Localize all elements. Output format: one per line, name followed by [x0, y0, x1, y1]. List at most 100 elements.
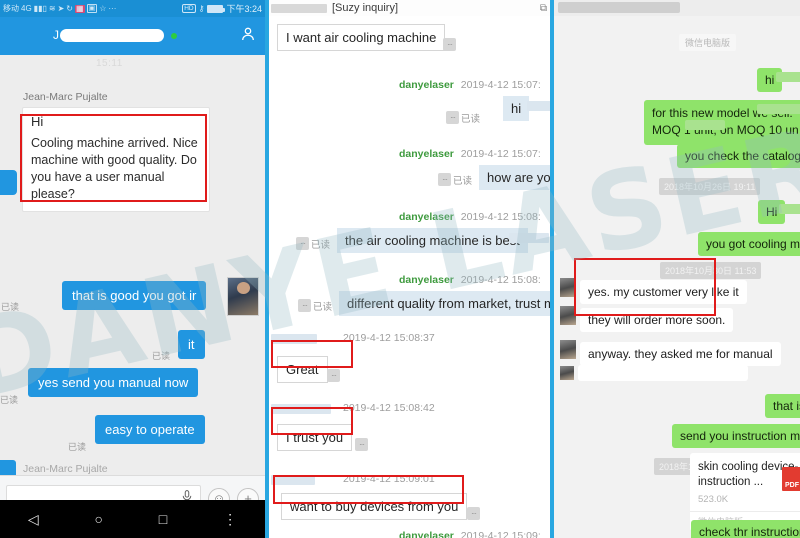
tm-inbound-bubble-3[interactable]: I trust you: [277, 424, 353, 451]
overflow-menu-icon[interactable]: ⋮: [223, 511, 237, 528]
tm-redaction-5: [271, 475, 315, 485]
tm-meta-3: danyelaser 2019-4-12 15:08:: [399, 211, 541, 223]
contact-name-redaction: [60, 29, 164, 42]
tm-timestamp-7: 2019-4-12 15:09:01: [343, 473, 435, 485]
more-icon: ···: [108, 3, 117, 13]
tm-status-dots-1: ···: [443, 38, 456, 51]
tm-message-text-10: Great: [286, 362, 319, 377]
status-bar-left-icons: 移动 4G ▮▮▯ ≋ ➤ ↻ ▦ ▣ ☆ ···: [3, 4, 182, 13]
wechat-white-bubble-1[interactable]: yes. my customer very like it: [580, 280, 747, 304]
trade-manager-message-list[interactable]: I want air cooling machine ··· danyelase…: [269, 16, 550, 538]
trade-manager-panel: [Suzy inquiry] ⧉ I want air cooling mach…: [265, 0, 550, 538]
faded-timestamp: 15:11: [96, 58, 123, 69]
read-receipt-4: 已读: [68, 442, 87, 452]
inbound-message-bubble[interactable]: Hi Cooling machine arrived. Nice machine…: [22, 107, 210, 212]
tm-message-text-4: how are yo: [487, 170, 550, 185]
star-icon: ☆: [99, 3, 107, 13]
tm-read-receipt-2: 已读: [453, 176, 473, 187]
sent-photo-thumbnail[interactable]: [227, 277, 259, 316]
battery-icon: [207, 4, 226, 13]
wechat-message-list[interactable]: 微信电脑版 hi for this new model we sell: MOQ…: [554, 16, 800, 538]
mobile-message-list[interactable]: 15:11 Jean-Marc Pujalte Hi Cooling machi…: [0, 55, 265, 538]
tm-inbound-bubble-1[interactable]: I want air cooling machine: [277, 24, 446, 51]
inbound-greeting: Hi: [31, 114, 44, 129]
tm-redaction-4: [271, 404, 331, 414]
wechat-header: [554, 0, 800, 16]
tm-timestamp-2: 2019-4-12 15:07:: [460, 148, 541, 160]
outbound-bubble-2[interactable]: it: [178, 330, 205, 359]
status-bar-right-icons: HD ⚷ 下午3:24: [182, 2, 262, 15]
screenshot-root: 移动 4G ▮▮▯ ≋ ➤ ↻ ▦ ▣ ☆ ··· HD ⚷ 下午3:24 J: [0, 0, 800, 538]
wechat-white-bubble-4: [578, 365, 748, 381]
pdf-label: PDF: [785, 482, 799, 489]
window-title: [Suzy inquiry]: [332, 2, 399, 14]
avatar-3: [560, 340, 576, 359]
tm-status-dots-7: ···: [355, 438, 368, 451]
wechat-green-bubble-7[interactable]: send you instruction manual l: [672, 424, 800, 448]
tm-message-text-6: the air cooling machine is best: [345, 233, 520, 248]
tm-outbound-bubble-4[interactable]: different quality from market, trust m: [339, 291, 550, 316]
wechat-redaction-1: [776, 72, 800, 82]
tm-outbound-bubble-2[interactable]: how are yo: [479, 165, 550, 190]
outbound-bubble-3[interactable]: yes send you manual now: [28, 368, 199, 397]
recents-square-icon[interactable]: □: [159, 511, 167, 527]
tm-status-dots-3: ···: [438, 173, 451, 186]
mobile-chat-panel: 移动 4G ▮▮▯ ≋ ➤ ↻ ▦ ▣ ☆ ··· HD ⚷ 下午3:24 J: [0, 0, 265, 538]
mobile-status-bar: 移动 4G ▮▮▯ ≋ ➤ ↻ ▦ ▣ ☆ ··· HD ⚷ 下午3:24: [0, 0, 265, 17]
tm-inbound-bubble-4[interactable]: want to buy devices from you: [281, 493, 468, 520]
contact-name-redaction: [558, 2, 680, 13]
tm-sender-2: danyelaser: [399, 148, 454, 160]
wechat-date-badge-1: 2018年10月26日 19:11: [659, 178, 761, 195]
signal-icon: ▮▮▯: [33, 3, 47, 13]
back-triangle-icon[interactable]: ◁: [28, 511, 39, 528]
online-status-dot: [171, 33, 177, 39]
wechat-panel: 微信电脑版 hi for this new model we sell: MOQ…: [550, 0, 800, 538]
outbound-bubble-1[interactable]: that is good you got ir: [62, 281, 207, 310]
key-icon: ⚷: [198, 3, 205, 13]
tm-meta-1: danyelaser 2019-4-12 15:07:: [399, 79, 541, 91]
tm-timestamp-6: 2019-4-12 15:08:42: [343, 402, 435, 414]
tm-outbound-bubble-1[interactable]: hi: [503, 96, 530, 121]
person-icon[interactable]: [239, 25, 257, 48]
wechat-green-bubble-8[interactable]: check thr instruction man: [691, 520, 800, 538]
hd-icon: HD: [182, 4, 196, 13]
inbound-body-text: Cooling machine arrived. Nice machine wi…: [31, 136, 198, 201]
read-receipt-3: 已读: [0, 395, 19, 405]
contact-name-redaction: [271, 3, 327, 13]
tm-meta-5: danyelaser 2019-4-12 15:09:: [399, 530, 541, 538]
wechat-redaction-4: [779, 204, 800, 214]
tm-timestamp-4: 2019-4-12 15:08:: [460, 274, 541, 286]
location-icon: ➤: [57, 3, 65, 13]
tm-status-dots-4: ···: [296, 237, 309, 250]
tm-outbound-bubble-3[interactable]: the air cooling machine is best: [337, 228, 528, 253]
tm-status-dots-6: ···: [327, 369, 340, 382]
wechat-text-11: that is go: [773, 399, 800, 413]
tm-read-receipt-1: 已读: [461, 114, 481, 125]
tm-status-dots-2: ···: [446, 111, 459, 124]
wechat-green-bubble-3[interactable]: you check the catalogue for: [677, 144, 800, 168]
outbound-bubble-4[interactable]: easy to operate: [95, 415, 205, 444]
restore-window-icon[interactable]: ⧉: [540, 3, 547, 14]
pdf-file-icon: PDF: [782, 467, 800, 491]
file-size: 523.0K: [698, 493, 729, 505]
home-circle-icon[interactable]: ○: [95, 511, 103, 527]
wechat-green-bubble-6[interactable]: that is go: [765, 394, 800, 418]
tm-sender-5: danyelaser: [399, 530, 454, 538]
wifi-icon: ≋: [48, 3, 56, 13]
outbound-text-1: that is good you got ir: [72, 288, 197, 303]
wechat-text-3: you check the catalogue for: [685, 149, 800, 163]
inbound-sender-name: Jean-Marc Pujalte: [23, 91, 108, 103]
wechat-white-bubble-3[interactable]: anyway. they asked me for manual: [580, 342, 781, 366]
outbound-text-2: it: [188, 337, 195, 352]
wechat-green-bubble-5[interactable]: you got cooling machin: [698, 232, 800, 256]
tm-redaction-3: [271, 334, 317, 344]
outbound-text-3: yes send you manual now: [38, 375, 189, 390]
wechat-white-bubble-2[interactable]: they will order more soon.: [580, 308, 734, 332]
wechat-date-badge-2: 2018年10月30日 11:53: [660, 262, 762, 279]
tm-message-text-8: different quality from market, trust m: [347, 296, 550, 311]
wechat-text-9: they will order more soon.: [588, 313, 726, 327]
tm-status-dots-8: ···: [467, 507, 480, 520]
tm-timestamp-1: 2019-4-12 15:07:: [460, 79, 541, 91]
tm-inbound-bubble-2[interactable]: Great: [277, 356, 328, 383]
tm-timestamp-3: 2019-4-12 15:08:: [460, 211, 541, 223]
